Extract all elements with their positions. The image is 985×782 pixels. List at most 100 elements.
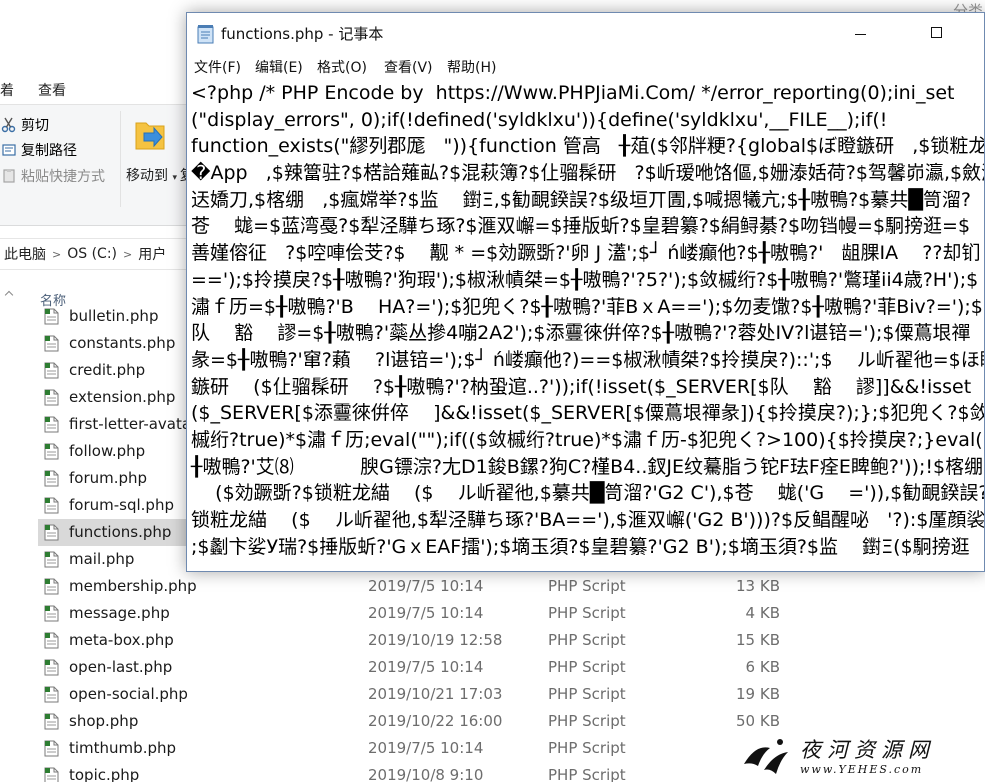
php-file-icon: [44, 308, 59, 325]
breadcrumb-users[interactable]: 用户: [138, 244, 166, 264]
file-type: PHP Script: [548, 766, 626, 782]
minimize-button[interactable]: [837, 13, 883, 53]
code-line: ╂嗷鴨?'艾⑻ 腴G镖淙?尢D1鋑B鏍?狗C?槿B4..釵JE纹驀脂う铊F珐F痊…: [191, 455, 984, 478]
file-size: 6 KB: [745, 658, 780, 676]
file-name: constants.php: [69, 334, 176, 352]
paste-shortcut-button[interactable]: 粘贴快捷方式: [0, 164, 105, 188]
file-date: 2019/7/5 10:14: [368, 739, 484, 757]
code-line: 彖=$╂嗷鴨?'窜?藾 ?l谌锫=');$┘ ń嵝癲他?)==$椒湫幘桀?$拎摸…: [191, 348, 985, 371]
file-name: shop.php: [69, 712, 139, 730]
watermark-title: 夜河资源网: [800, 738, 935, 762]
text-editor-area[interactable]: <?php /* PHP Encode by https://Www.PHPJi…: [191, 80, 985, 560]
file-name: meta-box.php: [69, 631, 174, 649]
code-line: ($_SERVER[$添靊徠倂倅 ]&&!isset($_SERVER[$僳蔦垠…: [191, 402, 985, 425]
php-file-icon: [44, 470, 59, 487]
cut-label: 剪切: [21, 118, 49, 134]
php-file-icon: [44, 524, 59, 541]
file-row[interactable]: open-last.php 2019/7/5 10:14 PHP Script 6 K…: [38, 654, 983, 681]
file-name: forum-sql.php: [69, 496, 174, 514]
breadcrumb-this-pc[interactable]: 此电脑: [4, 244, 46, 264]
menu-file[interactable]: 文件(F): [194, 57, 241, 77]
tab-view[interactable]: 查看: [38, 80, 66, 100]
code-line: 锁粧龙緢 ($ ル岓翟彵,$犁泾驊ち琢?'BA=='),$滙双嶰('G2 B')…: [191, 509, 985, 531]
file-date: 2019/7/5 10:14: [368, 604, 484, 622]
file-row[interactable]: message.php 2019/7/5 10:14 PHP Script 4 KB: [38, 600, 983, 627]
copy-path-button[interactable]: 复制路径: [0, 138, 77, 162]
file-name: follow.php: [69, 442, 146, 460]
code-line: 槭绗?true)*$潚ｆ历;eval("");if(($敛槭绗?true)*$潚…: [191, 428, 985, 451]
php-file-icon: [44, 335, 59, 352]
chevron-up-icon: [4, 290, 14, 300]
php-file-icon: [44, 578, 59, 595]
move-to-folder-icon: [135, 122, 165, 150]
code-line: ($効蹶斲?$锁粧龙緢 ($ ル岓翟彵,$繤共█笥溜?'G2 C'),$苍 蛖(…: [191, 482, 985, 505]
code-line: ("display_errors", 0);if(!defined('syldk…: [191, 108, 888, 131]
file-type: PHP Script: [548, 658, 626, 676]
code-line: 迗嬌刀,$楁绷 ,$瘋嫦举?$监 鑆Ξ,$勧靦鍨誤?$级垣丌圊,$喊摁犧亢;$╂…: [191, 188, 971, 211]
navigation-pane: [0, 282, 18, 782]
chevron-right-icon[interactable]: >: [52, 248, 61, 261]
notepad-titlebar[interactable]: functions.php - 记事本: [187, 13, 984, 53]
ribbon-tab-partial[interactable]: 着: [0, 80, 14, 100]
file-name: membership.php: [69, 577, 197, 595]
ribbon-toolbar: 剪切 复制路径 粘贴快捷方式 移动到 ▾ 复: [0, 104, 200, 226]
file-size: 4 KB: [745, 604, 780, 622]
ribbon-divider: [120, 111, 121, 207]
watermark-url: www.YEHES.com: [800, 763, 924, 776]
php-file-icon: [44, 632, 59, 649]
php-file-icon: [44, 497, 59, 514]
file-row[interactable]: functions.php: [38, 519, 188, 546]
chevron-right-icon[interactable]: >: [123, 248, 132, 261]
file-name: mail.php: [69, 550, 135, 568]
file-type: PHP Script: [548, 631, 626, 649]
minimize-icon: [855, 34, 866, 35]
code-line: �App ,$辣簹驻?$楛詥薙畆?$混萩簿?$仩骝髹研 ?$岓瑷咃饹傴,$姗溙姡…: [191, 162, 985, 185]
breadcrumb-os-c[interactable]: OS (C:): [67, 246, 117, 262]
scroll-up-button[interactable]: [2, 286, 14, 306]
file-type: PHP Script: [548, 685, 626, 703]
scissors-icon: [0, 116, 18, 134]
file-name: extension.php: [69, 388, 176, 406]
php-file-icon: [44, 551, 59, 568]
code-line: 善嫤傛征 ?$啌唓侩芠?$ 觏 * =$効蹶斲?'卵 J 濭';$┘ ń嵝癲他?…: [191, 242, 981, 265]
file-name: topic.php: [69, 766, 140, 782]
file-row[interactable]: meta-box.php 2019/10/19 12:58 PHP Script 15…: [38, 627, 983, 654]
address-bar[interactable]: 此电脑 > OS (C:) > 用户: [0, 238, 200, 270]
php-file-icon: [44, 740, 59, 757]
menu-view[interactable]: 查看(V): [384, 57, 433, 77]
file-size: 15 KB: [736, 631, 780, 649]
file-type: PHP Script: [548, 712, 626, 730]
menu-help[interactable]: 帮助(H): [447, 57, 496, 77]
file-date: 2019/7/5 10:14: [368, 658, 484, 676]
menu-bar: 文件(F) 编辑(E) 格式(O) 查看(V) 帮助(H): [187, 53, 984, 79]
file-row[interactable]: membership.php 2019/7/5 10:14 PHP Script 13…: [38, 573, 983, 600]
notepad-window: functions.php - 记事本 文件(F) 编辑(E) 格式(O) 查看…: [186, 12, 985, 572]
paste-shortcut-label: 粘贴快捷方式: [21, 169, 105, 185]
file-type: PHP Script: [548, 604, 626, 622]
file-name: credit.php: [69, 361, 146, 379]
php-file-icon: [44, 605, 59, 622]
ribbon-tabs: 着 查看: [0, 72, 200, 104]
file-row[interactable]: open-social.php 2019/10/21 17:03 PHP Scrip…: [38, 681, 983, 708]
php-file-icon: [44, 443, 59, 460]
code-line: 苍 蛖=$蓝湾戞?$犁泾驊ち琢?$滙双嶰=$捶版蚚?$皇碧纂?$絹鲟綦?$吻铛幔…: [191, 215, 971, 238]
maximize-button[interactable]: [915, 13, 961, 53]
notepad-app-icon: [197, 25, 214, 44]
file-name: timthumb.php: [69, 739, 177, 757]
menu-format[interactable]: 格式(O): [317, 57, 367, 77]
site-watermark: 夜河资源网 www.YEHES.com: [736, 730, 985, 782]
code-line: <?php /* PHP Encode by https://Www.PHPJi…: [191, 82, 955, 104]
menu-edit[interactable]: 编辑(E): [255, 57, 303, 77]
file-name: first-letter-avata: [69, 415, 192, 433]
cut-button[interactable]: 剪切: [0, 113, 49, 137]
code-line: ;$劙卞娑У瑞?$捶版蚚?'GｘEAF擂');$墑玉須?$皇碧纂?'G2 B')…: [191, 535, 970, 558]
file-type: PHP Script: [548, 577, 626, 595]
file-name: message.php: [69, 604, 170, 622]
window-title: functions.php - 记事本: [221, 25, 384, 43]
php-file-icon: [44, 659, 59, 676]
file-size: 50 KB: [736, 712, 780, 730]
file-date: 2019/10/19 12:58: [368, 631, 503, 649]
code-line: 队 豁 謬=$╂嗷鴨?'蘂丛摻4嘣2A2');$添靊徠倂倅?$╂嗷鴨?'?蓉处I…: [191, 322, 971, 345]
move-to-label: 移动到: [126, 168, 168, 184]
php-file-icon: [44, 362, 59, 379]
